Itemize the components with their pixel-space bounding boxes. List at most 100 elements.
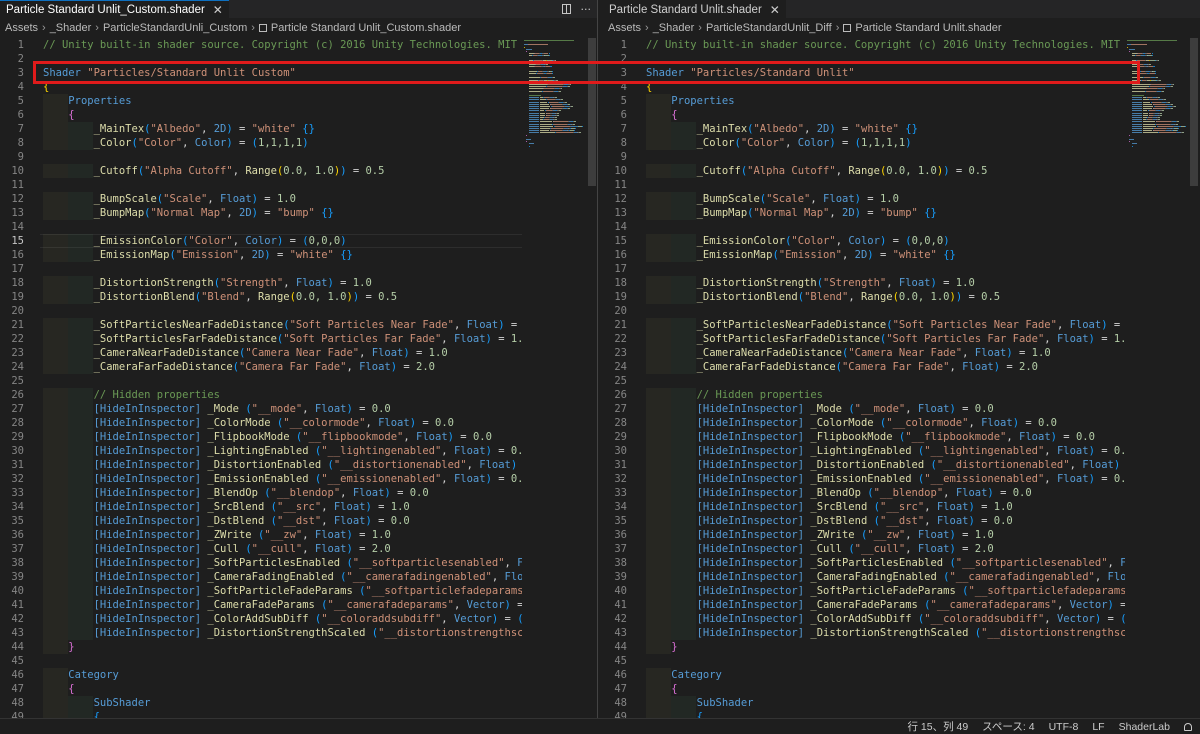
code-line[interactable]: 14 [603,220,1125,234]
code-line[interactable]: 36 [HideInInspector] _ZWrite ("__zw", Fl… [603,528,1125,542]
code-line[interactable]: 41 [HideInInspector] _CameraFadeParams (… [0,598,522,612]
code-line[interactable]: 12 _BumpScale("Scale", Float) = 1.0 [0,192,522,206]
code-line[interactable]: 40 [HideInInspector] _SoftParticleFadePa… [0,584,522,598]
code-line[interactable]: 28 [HideInInspector] _ColorMode ("__colo… [603,416,1125,430]
code-line[interactable]: 18 _DistortionStrength("Strength", Float… [0,276,522,290]
code-line[interactable]: 5 Properties [603,94,1125,108]
code-line[interactable]: 29 [HideInInspector] _FlipbookMode ("__f… [603,430,1125,444]
minimap[interactable] [1127,38,1189,718]
code-line[interactable]: 13 _BumpMap("Normal Map", 2D) = "bump" {… [603,206,1125,220]
code-line[interactable]: 10 _Cutoff("Alpha Cutoff", Range(0.0, 1.… [0,164,522,178]
code-line[interactable]: 24 _CameraFarFadeDistance("Camera Far Fa… [0,360,522,374]
code-line[interactable]: 37 [HideInInspector] _Cull ("__cull", Fl… [603,542,1125,556]
code-line[interactable]: 26 // Hidden properties [0,388,522,402]
code-line[interactable]: 28 [HideInInspector] _ColorMode ("__colo… [0,416,522,430]
tab-right-file[interactable]: Particle Standard Unlit.shader ✕ [603,0,786,18]
code-line[interactable]: 8 _Color("Color", Color) = (1,1,1,1) [603,136,1125,150]
code-line[interactable]: 15 _EmissionColor("Color", Color) = (0,0… [0,234,522,248]
code-line[interactable]: 35 [HideInInspector] _DstBlend ("__dst",… [603,514,1125,528]
code-line[interactable]: 38 [HideInInspector] _SoftParticlesEnabl… [0,556,522,570]
breadcrumb-item[interactable]: Particle Standard Unlit_Custom.shader [271,22,461,34]
code-line[interactable]: 47 { [0,682,522,696]
code-line[interactable]: 31 [HideInInspector] _DistortionEnabled … [603,458,1125,472]
code-line[interactable]: 10 _Cutoff("Alpha Cutoff", Range(0.0, 1.… [603,164,1125,178]
code-line[interactable]: 43 [HideInInspector] _DistortionStrength… [0,626,522,640]
code-line[interactable]: 27 [HideInInspector] _Mode ("__mode", Fl… [603,402,1125,416]
minimap[interactable] [524,38,586,718]
code-line[interactable]: 8 _Color("Color", Color) = (1,1,1,1) [0,136,522,150]
code-line[interactable]: 20 [603,304,1125,318]
code-line[interactable]: 6 { [0,108,522,122]
code-line[interactable]: 31 [HideInInspector] _DistortionEnabled … [0,458,522,472]
code-line[interactable]: 1 // Unity built-in shader source. Copyri… [603,38,1125,52]
code-line[interactable]: 7 _MainTex("Albedo", 2D) = "white" {} [0,122,522,136]
scroll-thumb[interactable] [1190,38,1198,186]
code-line[interactable]: 25 [603,374,1125,388]
code-line[interactable]: 33 [HideInInspector] _BlendOp ("__blendo… [603,486,1125,500]
code-line[interactable]: 36 [HideInInspector] _ZWrite ("__zw", Fl… [0,528,522,542]
code-line[interactable]: 6 { [603,108,1125,122]
code-line[interactable]: 41 [HideInInspector] _CameraFadeParams (… [603,598,1125,612]
code-line[interactable]: 49 { [0,710,522,718]
code-line[interactable]: 23 _CameraNearFadeDistance("Camera Near … [603,346,1125,360]
language-mode[interactable]: ShaderLab [1119,721,1170,733]
code-line[interactable]: 9 [0,150,522,164]
code-line[interactable]: 34 [HideInInspector] _SrcBlend ("__src",… [603,500,1125,514]
code-line[interactable]: 27 [HideInInspector] _Mode ("__mode", Fl… [0,402,522,416]
code-line[interactable]: 42 [HideInInspector] _ColorAddSubDiff ("… [603,612,1125,626]
code-line[interactable]: 25 [0,374,522,388]
code-line[interactable]: 45 [0,654,522,668]
breadcrumb-item[interactable]: Assets [5,22,38,34]
vertical-scrollbar[interactable] [587,38,597,718]
split-editor-icon[interactable] [561,4,571,14]
tab-left-file[interactable]: Particle Standard Unlit_Custom.shader ✕ [0,0,229,18]
code-line[interactable]: 30 [HideInInspector] _LightingEnabled ("… [603,444,1125,458]
code-line[interactable]: 18 _DistortionStrength("Strength", Float… [603,276,1125,290]
code-line[interactable]: 17 [603,262,1125,276]
code-line[interactable]: 19 _DistortionBlend("Blend", Range(0.0, … [0,290,522,304]
code-line[interactable]: 21 _SoftParticlesNearFadeDistance("Soft … [603,318,1125,332]
code-line[interactable]: 22 _SoftParticlesFarFadeDistance("Soft P… [603,332,1125,346]
code-line[interactable]: 20 [0,304,522,318]
code-line[interactable]: 5 Properties [0,94,522,108]
code-line[interactable]: 46 Category [603,668,1125,682]
code-line[interactable]: 1 // Unity built-in shader source. Copyri… [0,38,522,52]
cursor-position[interactable]: 行 15、列 49 [907,719,968,734]
notification-bell-icon[interactable] [1184,722,1192,731]
breadcrumb-item[interactable]: Assets [608,22,641,34]
code-line[interactable]: 46 Category [0,668,522,682]
breadcrumb-item[interactable]: _Shader [653,22,695,34]
code-line[interactable]: 33 [HideInInspector] _BlendOp ("__blendo… [0,486,522,500]
breadcrumb-item[interactable]: ParticleStandardUnli_Custom [103,22,247,34]
code-line[interactable]: 34 [HideInInspector] _SrcBlend ("__src",… [0,500,522,514]
indentation[interactable]: スペース: 4 [982,719,1034,734]
code-line[interactable]: 35 [HideInInspector] _DstBlend ("__dst",… [0,514,522,528]
code-editor[interactable]: 1 // Unity built-in shader source. Copyri… [603,38,1125,718]
code-line[interactable]: 30 [HideInInspector] _LightingEnabled ("… [0,444,522,458]
code-line[interactable]: 12 _BumpScale("Scale", Float) = 1.0 [603,192,1125,206]
code-line[interactable]: 13 _BumpMap("Normal Map", 2D) = "bump" {… [0,206,522,220]
code-line[interactable]: 21 _SoftParticlesNearFadeDistance("Soft … [0,318,522,332]
code-line[interactable]: 32 [HideInInspector] _EmissionEnabled ("… [603,472,1125,486]
code-line[interactable]: 14 [0,220,522,234]
code-line[interactable]: 39 [HideInInspector] _CameraFadingEnable… [603,570,1125,584]
code-line[interactable]: 47 { [603,682,1125,696]
code-line[interactable]: 22 _SoftParticlesFarFadeDistance("Soft P… [0,332,522,346]
close-icon[interactable]: ✕ [213,3,223,17]
code-line[interactable]: 11 [603,178,1125,192]
code-line[interactable]: 32 [HideInInspector] _EmissionEnabled ("… [0,472,522,486]
code-line[interactable]: 44 } [603,640,1125,654]
code-line[interactable]: 11 [0,178,522,192]
code-line[interactable]: 7 _MainTex("Albedo", 2D) = "white" {} [603,122,1125,136]
code-line[interactable]: 40 [HideInInspector] _SoftParticleFadePa… [603,584,1125,598]
code-line[interactable]: 37 [HideInInspector] _Cull ("__cull", Fl… [0,542,522,556]
code-line[interactable]: 45 [603,654,1125,668]
breadcrumb-item[interactable]: _Shader [50,22,92,34]
code-line[interactable]: 49 { [603,710,1125,718]
code-line[interactable]: 17 [0,262,522,276]
end-of-line[interactable]: LF [1092,721,1104,733]
code-line[interactable]: 48 SubShader [0,696,522,710]
code-line[interactable]: 16 _EmissionMap("Emission", 2D) = "white… [0,248,522,262]
code-line[interactable]: 48 SubShader [603,696,1125,710]
code-line[interactable]: 23 _CameraNearFadeDistance("Camera Near … [0,346,522,360]
